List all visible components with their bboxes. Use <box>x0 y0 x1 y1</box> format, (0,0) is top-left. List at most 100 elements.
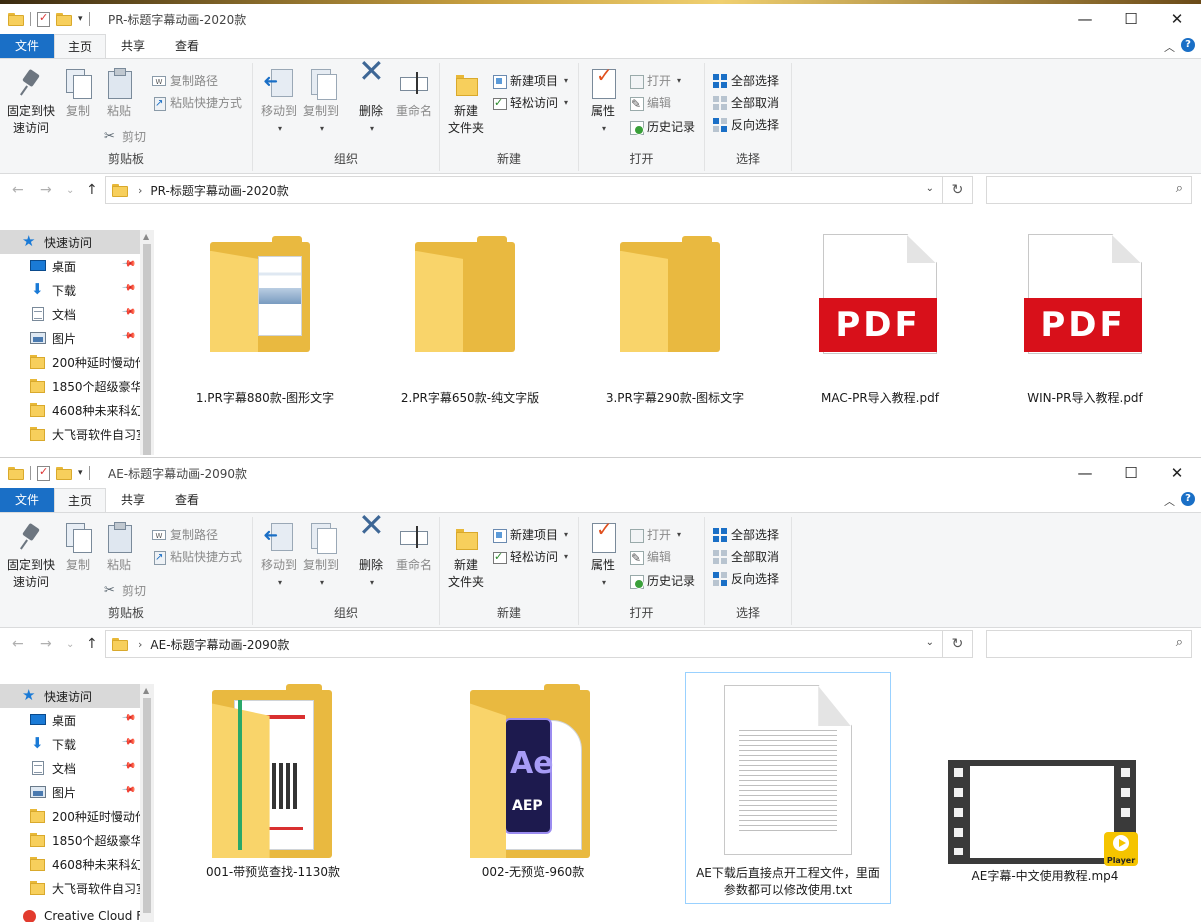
search-input[interactable]: ⌕ <box>986 176 1192 204</box>
address-path[interactable]: AE-标题字幕动画-2090款 <box>150 636 289 653</box>
easy-access-button[interactable]: 轻松访问▾ <box>492 93 568 113</box>
history-button[interactable]: 历史记录 <box>629 571 695 591</box>
back-arrow-icon[interactable]: ← <box>12 636 24 652</box>
nav-item-downloads[interactable]: 下载📌 <box>0 278 140 302</box>
pin-quick-access-button[interactable]: 固定到快 速访问 <box>4 67 58 137</box>
history-button[interactable]: 历史记录 <box>629 117 695 137</box>
minimize-button[interactable]: — <box>1062 4 1108 34</box>
new-folder-icon[interactable] <box>56 466 72 480</box>
cut-button[interactable]: 剪切 <box>104 581 146 601</box>
scroll-up-icon[interactable]: ▲ <box>143 686 149 695</box>
collapse-ribbon-icon[interactable]: ︿ <box>1164 39 1175 55</box>
help-icon[interactable]: ? <box>1181 492 1195 506</box>
address-history-dropdown-icon[interactable]: ⌄ <box>926 183 934 194</box>
tab-view[interactable]: 查看 <box>160 34 214 58</box>
edit-button[interactable]: 编辑 <box>629 93 671 114</box>
rename-button[interactable]: 重命名 <box>393 67 435 120</box>
select-all-button[interactable]: 全部选择 <box>713 525 779 545</box>
refresh-button[interactable]: ↻ <box>943 630 973 658</box>
nav-item-creative-cloud[interactable]: Creative Cloud Files <box>0 904 140 922</box>
paste-button[interactable]: 粘贴 <box>100 67 138 120</box>
nav-item-folder[interactable]: 1850个超级豪华 <box>0 828 140 852</box>
rename-button[interactable]: 重命名 <box>393 521 435 574</box>
help-icon[interactable]: ? <box>1181 38 1195 52</box>
nav-item-downloads[interactable]: 下载📌 <box>0 732 140 756</box>
file-item-folder[interactable]: 1.PR字幕880款-图形文字 <box>170 230 360 420</box>
file-item-folder[interactable]: 3.PR字幕290款-图标文字 <box>580 230 770 420</box>
nav-item-folder[interactable]: 大飞哥软件自习室 <box>0 422 140 446</box>
nav-item-quick-access[interactable]: 快速访问 <box>0 230 140 254</box>
open-button[interactable]: 打开 ▾ <box>629 71 681 91</box>
new-item-button[interactable]: 新建项目 ▾ <box>492 71 568 91</box>
tab-view[interactable]: 查看 <box>160 488 214 512</box>
refresh-button[interactable]: ↻ <box>943 176 973 204</box>
file-item-pdf[interactable]: PDF WIN-PR导入教程.pdf <box>990 230 1180 420</box>
properties-button[interactable]: 属性 ▾ <box>585 67 621 137</box>
new-item-button[interactable]: 新建项目 ▾ <box>492 525 568 545</box>
file-item-txt[interactable]: AE下载后直接点开工程文件，里面 参数都可以修改使用.txt <box>685 672 891 904</box>
maximize-button[interactable]: ☐ <box>1108 4 1154 34</box>
properties-button[interactable]: 属性 ▾ <box>585 521 621 591</box>
nav-scrollbar[interactable]: ▲ <box>140 684 154 922</box>
nav-item-folder[interactable]: 200种延时慢动作 <box>0 350 140 374</box>
back-arrow-icon[interactable]: ← <box>12 182 24 198</box>
collapse-ribbon-icon[interactable]: ︿ <box>1164 493 1175 509</box>
select-all-button[interactable]: 全部选择 <box>713 71 779 91</box>
file-item-folder[interactable]: Ae AEP 002-无预览-960款 <box>438 674 628 894</box>
nav-item-desktop[interactable]: 桌面 📌 <box>0 254 140 278</box>
new-folder-button[interactable]: 新建 文件夹 <box>444 521 488 591</box>
invert-selection-button[interactable]: 反向选择 <box>713 569 779 589</box>
delete-button[interactable]: 删除 ▾ <box>353 63 389 137</box>
file-item-pdf[interactable]: PDF MAC-PR导入教程.pdf <box>785 230 975 420</box>
nav-item-pictures[interactable]: 图片 📌 <box>0 780 140 804</box>
properties-icon[interactable] <box>37 465 50 481</box>
file-item-video[interactable]: Player AE字幕-中文使用教程.mp4 <box>940 674 1150 894</box>
nav-item-folder[interactable]: 大飞哥软件自习室 <box>0 876 140 900</box>
select-none-button[interactable]: 全部取消 <box>713 93 779 113</box>
copy-path-button[interactable]: 复制路径 <box>152 71 218 91</box>
move-to-button[interactable]: 移动到 ▾ <box>259 521 299 591</box>
copy-path-button[interactable]: 复制路径 <box>152 525 218 545</box>
nav-item-folder[interactable]: 200种延时慢动作 <box>0 804 140 828</box>
nav-item-folder[interactable]: 4608种未来科幻 <box>0 398 140 422</box>
search-input[interactable]: ⌕ <box>986 630 1192 658</box>
nav-item-folder[interactable]: 4608种未来科幻 <box>0 852 140 876</box>
scroll-up-icon[interactable]: ▲ <box>143 232 149 241</box>
nav-item-documents[interactable]: 文档 📌 <box>0 302 140 326</box>
scrollbar-thumb[interactable] <box>143 698 151 913</box>
paste-shortcut-button[interactable]: 粘贴快捷方式 <box>152 547 242 568</box>
nav-item-desktop[interactable]: 桌面 📌 <box>0 708 140 732</box>
copy-to-button[interactable]: 复制到 ▾ <box>301 521 341 591</box>
customize-toolbar-dropdown-icon[interactable]: ▾ <box>78 468 83 478</box>
cut-button[interactable]: 剪切 <box>104 127 146 147</box>
paste-shortcut-button[interactable]: 粘贴快捷方式 <box>152 93 242 114</box>
nav-scrollbar[interactable]: ▲ <box>140 230 154 455</box>
address-history-dropdown-icon[interactable]: ⌄ <box>926 637 934 648</box>
invert-selection-button[interactable]: 反向选择 <box>713 115 779 135</box>
tab-home[interactable]: 主页 <box>54 488 106 513</box>
paste-button[interactable]: 粘贴 <box>100 521 138 574</box>
scrollbar-thumb[interactable] <box>143 244 151 455</box>
file-item-folder[interactable]: 2.PR字幕650款-纯文字版 <box>375 230 565 420</box>
copy-button[interactable]: 复制 <box>60 67 96 120</box>
tab-file[interactable]: 文件 <box>0 488 54 512</box>
up-arrow-icon[interactable]: ↑ <box>86 636 98 652</box>
address-bar[interactable]: › AE-标题字幕动画-2090款 ⌄ <box>105 630 943 658</box>
nav-item-pictures[interactable]: 图片 📌 <box>0 326 140 350</box>
copy-button[interactable]: 复制 <box>60 521 96 574</box>
new-folder-button[interactable]: 新建 文件夹 <box>444 67 488 137</box>
nav-item-quick-access[interactable]: 快速访问 <box>0 684 140 708</box>
select-none-button[interactable]: 全部取消 <box>713 547 779 567</box>
customize-toolbar-dropdown-icon[interactable]: ▾ <box>78 14 83 24</box>
move-to-button[interactable]: 移动到 ▾ <box>259 67 299 137</box>
edit-button[interactable]: 编辑 <box>629 547 671 568</box>
forward-arrow-icon[interactable]: → <box>40 182 52 198</box>
close-button[interactable]: ✕ <box>1154 458 1200 488</box>
easy-access-button[interactable]: 轻松访问▾ <box>492 547 568 567</box>
up-arrow-icon[interactable]: ↑ <box>86 182 98 198</box>
tab-share[interactable]: 共享 <box>108 488 158 512</box>
tab-home[interactable]: 主页 <box>54 34 106 59</box>
recent-locations-icon[interactable]: ⌄ <box>66 639 74 650</box>
new-folder-icon[interactable] <box>56 12 72 26</box>
close-button[interactable]: ✕ <box>1154 4 1200 34</box>
